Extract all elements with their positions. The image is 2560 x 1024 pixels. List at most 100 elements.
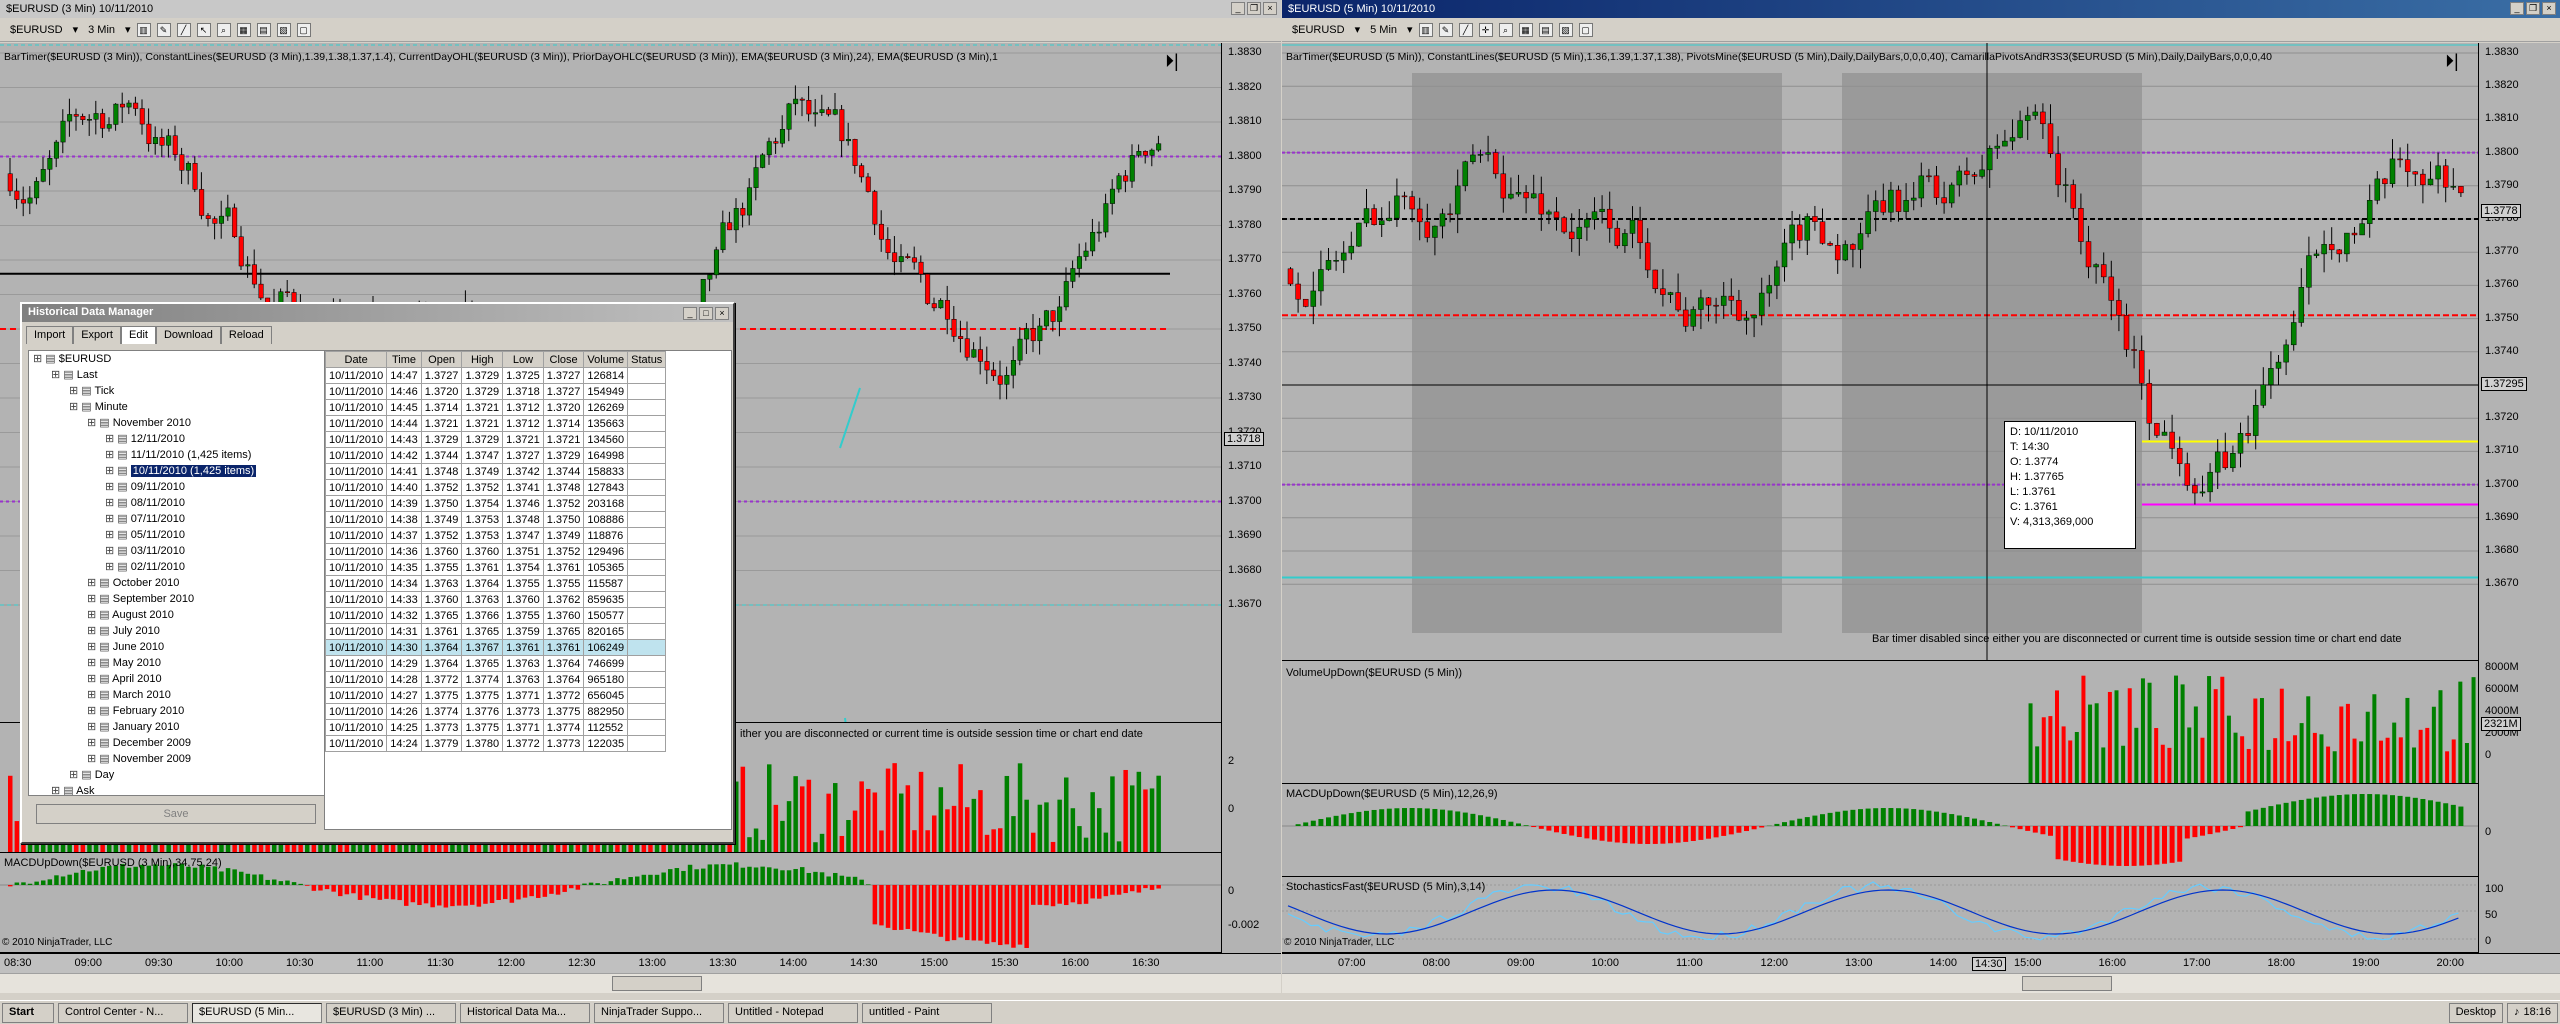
table-cell[interactable] — [627, 511, 667, 528]
tab-download[interactable]: Download — [155, 326, 221, 344]
folder-icon[interactable]: ⊞ ▤ — [87, 625, 113, 637]
table-cell[interactable]: 1.3761 — [542, 559, 585, 576]
table-cell[interactable]: 10/11/2010 — [325, 735, 388, 752]
table-cell[interactable]: 14:35 — [386, 559, 422, 576]
table-cell[interactable]: 1.3718 — [502, 383, 544, 400]
folder-icon[interactable]: ⊞ ▤ — [87, 721, 113, 733]
table-cell[interactable]: 14:39 — [386, 495, 422, 512]
table-cell[interactable]: 115587 — [583, 575, 629, 592]
table-cell[interactable]: 1.3764 — [542, 655, 585, 672]
interval-selector[interactable]: 5 Min — [1366, 22, 1401, 38]
panel-icon[interactable]: ▢ — [1578, 22, 1593, 37]
table-cell[interactable]: 1.3729 — [420, 431, 463, 448]
table-cell[interactable]: 1.3721 — [461, 415, 504, 432]
table-cell[interactable]: 1.3712 — [502, 415, 544, 432]
table-row[interactable]: 10/11/2010 14:33 1.3760 1.3763 1.3760 1.3762 8… — [325, 591, 667, 608]
table-row[interactable]: 10/11/2010 14:28 1.3772 1.3774 1.3763 1.3764 9… — [325, 671, 667, 688]
indicators-icon[interactable]: ▤ — [1538, 22, 1553, 37]
table-cell[interactable]: 1.3760 — [502, 591, 544, 608]
table-cell[interactable]: 1.3764 — [420, 655, 463, 672]
price-axis[interactable]: 1.38301.38201.38101.38001.37901.37801.37… — [2478, 43, 2560, 973]
table-cell[interactable]: 10/11/2010 — [325, 463, 388, 480]
tree-node[interactable]: ⊞ ▤ $EURUSD — [29, 351, 327, 367]
folder-icon[interactable]: ⊞ ▤ — [105, 545, 131, 557]
table-row[interactable]: 10/11/2010 14:40 1.3752 1.3752 1.3741 1.3748 1… — [325, 479, 667, 496]
tree-node[interactable]: ⊞ ▤ 11/11/2010 (1,425 items) — [29, 447, 327, 463]
table-cell[interactable]: 1.3761 — [420, 623, 463, 640]
restore-button[interactable]: ❐ — [2526, 2, 2540, 15]
table-row[interactable]: 10/11/2010 14:44 1.3721 1.3721 1.3712 1.3714 1… — [325, 415, 667, 432]
table-cell[interactable]: 1.3727 — [420, 367, 463, 384]
table-cell[interactable]: 1.3764 — [420, 639, 463, 656]
table-cell[interactable]: 820165 — [583, 623, 629, 640]
table-cell[interactable]: 656045 — [583, 687, 629, 704]
folder-icon[interactable]: ⊞ ▤ — [87, 641, 113, 653]
table-cell[interactable]: 1.3720 — [420, 383, 463, 400]
table-row[interactable]: 10/11/2010 14:25 1.3773 1.3775 1.3771 1.3774 1… — [325, 719, 667, 736]
table-cell[interactable] — [627, 399, 667, 416]
table-cell[interactable]: 1.3773 — [542, 735, 585, 752]
table-cell[interactable]: 1.3755 — [542, 575, 585, 592]
table-cell[interactable]: 1.3775 — [461, 687, 504, 704]
table-cell[interactable]: 1.3742 — [502, 463, 544, 480]
table-cell[interactable]: 1.3764 — [461, 575, 504, 592]
bars-icon[interactable]: ▥ — [1418, 22, 1433, 37]
table-cell[interactable]: 1.3773 — [502, 703, 544, 720]
folder-icon[interactable]: ⊞ ▤ — [87, 673, 112, 685]
tab-export[interactable]: Export — [73, 326, 121, 344]
folder-icon[interactable]: ⊞ ▤ — [87, 657, 113, 669]
tree-node[interactable]: ⊞ ▤ 07/11/2010 — [29, 511, 327, 527]
minimize-button[interactable]: _ — [1231, 2, 1245, 15]
table-cell[interactable]: 1.3727 — [502, 447, 544, 464]
dialog-title[interactable]: Historical Data Manager — [22, 304, 733, 322]
instrument-selector[interactable]: $EURUSD — [6, 22, 67, 38]
close-button[interactable]: × — [2542, 2, 2556, 15]
folder-icon[interactable]: ⊞ ▤ — [87, 689, 113, 701]
play-icon[interactable]: ⏵| — [1165, 51, 1179, 72]
table-cell[interactable] — [627, 703, 667, 720]
table-row[interactable]: 10/11/2010 14:27 1.3775 1.3775 1.3771 1.3772 6… — [325, 687, 667, 704]
crosshair-icon[interactable]: ✛ — [1478, 22, 1493, 37]
table-cell[interactable]: 112552 — [583, 719, 629, 736]
table-cell[interactable]: 1.3747 — [461, 447, 504, 464]
chart-area[interactable]: BarTimer($EURUSD (5 Min)), ConstantLines… — [1282, 43, 2560, 973]
table-cell[interactable] — [627, 543, 667, 560]
table-cell[interactable]: 1.3749 — [461, 463, 504, 480]
folder-icon[interactable]: ⊞ ▤ — [105, 513, 131, 525]
table-cell[interactable]: 1.3776 — [461, 703, 504, 720]
folder-icon[interactable]: ⊞ ▤ — [105, 481, 131, 493]
chevron-down-icon[interactable]: ▾ — [1407, 23, 1413, 36]
table-cell[interactable]: 14:33 — [386, 591, 422, 608]
drawing-tool-icon[interactable]: ╱ — [1458, 22, 1473, 37]
folder-icon[interactable]: ⊞ ▤ — [69, 385, 95, 397]
table-cell[interactable] — [627, 367, 667, 384]
table-cell[interactable]: 1.3780 — [461, 735, 504, 752]
table-cell[interactable] — [627, 479, 667, 496]
tree-node[interactable]: ⊞ ▤ 05/11/2010 — [29, 527, 327, 543]
table-cell[interactable]: 1.3752 — [420, 527, 463, 544]
table-cell[interactable]: 14:46 — [386, 383, 422, 400]
table-row[interactable]: 10/11/2010 14:45 1.3714 1.3721 1.3712 1.3720 1… — [325, 399, 667, 416]
column-header[interactable]: Time — [386, 351, 422, 368]
scroll-thumb[interactable] — [2022, 976, 2112, 991]
table-cell[interactable]: 1.3712 — [502, 399, 544, 416]
folder-icon[interactable]: ⊞ ▤ — [69, 769, 95, 781]
table-cell[interactable]: 14:40 — [386, 479, 422, 496]
table-cell[interactable]: 1.3721 — [542, 431, 585, 448]
table-cell[interactable]: 1.3755 — [420, 559, 463, 576]
indicators-icon[interactable]: ▤ — [256, 22, 271, 37]
table-row[interactable]: 10/11/2010 14:39 1.3750 1.3754 1.3746 1.3752 2… — [325, 495, 667, 512]
table-cell[interactable]: 1.3763 — [502, 655, 544, 672]
table-cell[interactable] — [627, 671, 667, 688]
table-cell[interactable]: 10/11/2010 — [325, 511, 388, 528]
table-cell[interactable]: 14:25 — [386, 719, 422, 736]
table-cell[interactable]: 1.3750 — [542, 511, 585, 528]
table-cell[interactable]: 10/11/2010 — [325, 671, 388, 688]
close-button[interactable]: × — [1263, 2, 1277, 15]
table-row[interactable]: 10/11/2010 14:41 1.3748 1.3749 1.3742 1.3744 1… — [325, 463, 667, 480]
tree-node[interactable]: ⊞ ▤ May 2010 — [29, 655, 327, 671]
table-cell[interactable]: 1.3763 — [461, 591, 504, 608]
table-cell[interactable]: 1.3729 — [461, 367, 504, 384]
table-cell[interactable]: 1.3729 — [461, 431, 504, 448]
table-cell[interactable]: 1.3729 — [542, 447, 585, 464]
